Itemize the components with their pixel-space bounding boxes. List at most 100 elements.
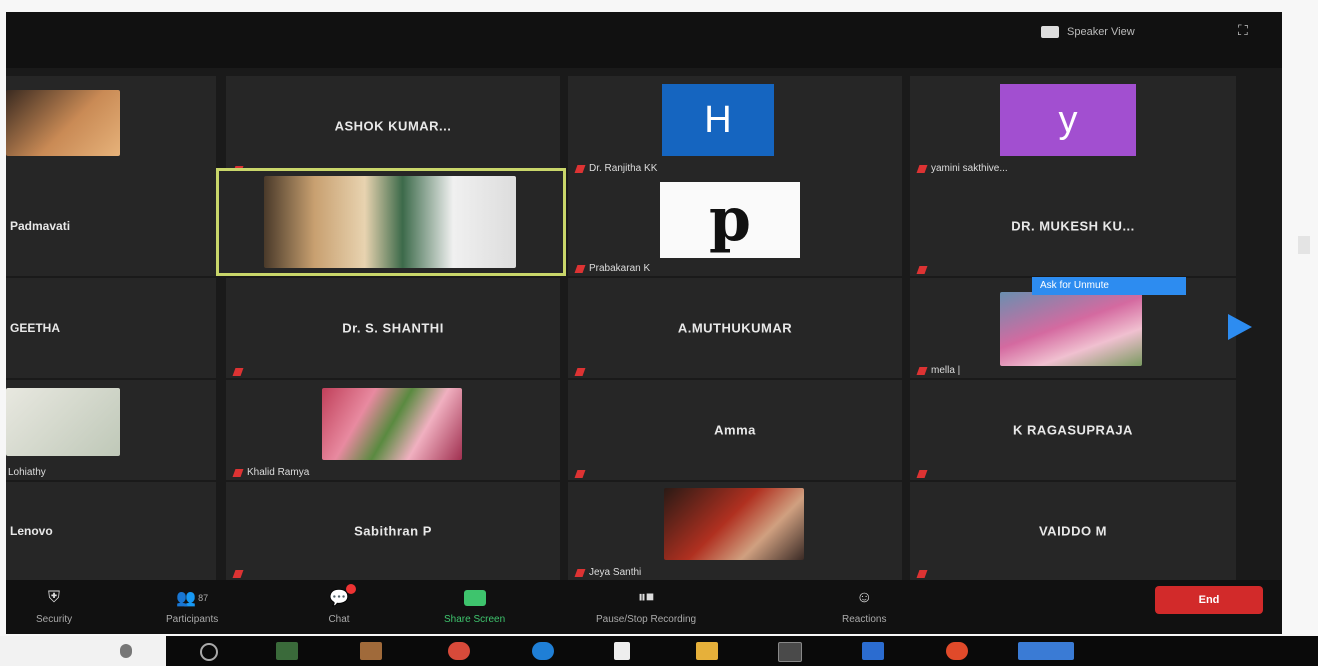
scrollbar[interactable]	[1298, 236, 1310, 254]
muted-mic-icon	[574, 264, 586, 273]
participant-tile[interactable]: DR. MUKESH KU...	[910, 176, 1236, 276]
participant-video	[6, 388, 120, 456]
participant-tile[interactable]: K RAGASUPRAJA	[910, 380, 1236, 480]
participant-tile[interactable]: Padmavati	[6, 176, 216, 276]
participant-tile[interactable]: A.MUTHUKUMAR	[568, 278, 902, 378]
muted-mic-icon	[232, 570, 244, 578]
chrome-icon[interactable]	[448, 642, 470, 660]
reactions-icon: ☺	[856, 589, 873, 606]
participant-name: VAIDDO M	[1038, 523, 1108, 539]
microphone-icon[interactable]	[120, 644, 132, 658]
tile-caption	[232, 368, 244, 376]
zoom-taskbar-icon[interactable]	[1018, 642, 1074, 660]
tile-caption: Jeya Santhi	[574, 567, 642, 578]
file-explorer-icon[interactable]	[276, 642, 298, 660]
share-screen-icon	[462, 588, 488, 608]
participant-name: Lohiathy	[8, 467, 46, 478]
participant-name: GEETHA	[10, 321, 61, 335]
muted-mic-icon	[574, 568, 586, 577]
participant-avatar: p	[660, 182, 800, 258]
participants-button[interactable]: 👥 87 Participants	[166, 588, 218, 625]
windows-taskbar	[0, 636, 1318, 666]
pause-stop-icon: ⏸⏹	[638, 589, 655, 606]
participant-name: Prabakaran K	[589, 263, 651, 274]
participant-tile[interactable]: VAIDDO M	[910, 482, 1236, 580]
unmute-request-banner[interactable]: Ask for Unmute	[1032, 277, 1186, 295]
participant-tile[interactable]: GEETHA	[6, 278, 216, 378]
chat-badge	[346, 584, 356, 594]
shield-icon: ⛨	[48, 589, 61, 606]
participants-label: Participants	[166, 614, 219, 625]
participant-tile[interactable]: Lenovo	[6, 482, 216, 580]
chat-button[interactable]: 💬 Chat	[326, 584, 356, 625]
participant-tile[interactable]: Lohiathy	[6, 380, 216, 480]
muted-mic-icon	[916, 470, 928, 478]
participant-video	[322, 388, 462, 460]
participant-tile[interactable]: p Prabakaran K	[568, 176, 902, 276]
taskbar-search-box[interactable]	[0, 636, 166, 666]
participant-video	[264, 176, 516, 268]
music-app-icon[interactable]	[946, 642, 968, 660]
edge-icon[interactable]	[532, 642, 554, 660]
tile-caption: yamini sakthive...	[916, 163, 1008, 174]
participant-name: A.MUTHUKUMAR	[677, 320, 793, 336]
participant-name: Lenovo	[10, 524, 53, 538]
participant-name: DR. MUKESH KU...	[1011, 218, 1135, 234]
share-screen-button[interactable]: Share Screen	[444, 588, 505, 625]
participant-video	[1000, 292, 1142, 366]
view-icon	[1041, 26, 1059, 38]
participant-avatar: H	[662, 84, 774, 156]
reactions-label: Reactions	[842, 614, 887, 625]
next-page-arrow-icon[interactable]	[1228, 314, 1252, 340]
speaker-view-button[interactable]: Speaker View	[1041, 22, 1135, 42]
chat-icon: 💬	[326, 584, 356, 608]
tile-caption	[916, 266, 928, 274]
meeting-toolbar: ⛨ Security 👥 87 Participants 💬 Chat Share…	[6, 580, 1282, 634]
participant-name: yamini sakthive...	[931, 163, 1008, 174]
participant-name: K RAGASUPRAJA	[1013, 422, 1133, 438]
participant-tile[interactable]: Khalid Ramya	[226, 380, 560, 480]
tile-caption	[916, 570, 928, 578]
tile-caption	[574, 470, 586, 478]
active-speaker-tile[interactable]	[216, 168, 566, 276]
record-button[interactable]: ⏸⏹ Pause/Stop Recording	[596, 588, 696, 625]
participants-icon: 👥 87	[176, 590, 209, 607]
folder-icon[interactable]	[696, 642, 718, 660]
participant-tile[interactable]: Jeya Santhi	[568, 482, 902, 580]
participant-tile[interactable]: y yamini sakthive...	[910, 76, 1236, 176]
muted-mic-icon	[574, 164, 586, 173]
photo-app-icon[interactable]	[778, 642, 802, 662]
muted-mic-icon	[574, 470, 586, 478]
participant-tile[interactable]	[6, 76, 216, 176]
participant-name: Jeya Santhi	[589, 567, 642, 578]
top-bar: Speaker View ⛶	[6, 12, 1282, 68]
participant-tile[interactable]: ASHOK KUMAR...	[226, 76, 560, 176]
notepad-icon[interactable]	[614, 642, 630, 660]
tile-caption	[916, 470, 928, 478]
participants-count: 87	[198, 593, 209, 603]
muted-mic-icon	[232, 468, 244, 477]
tile-caption: mella |	[916, 365, 961, 376]
tile-caption	[574, 368, 586, 376]
participant-name: ASHOK KUMAR...	[334, 118, 452, 134]
participant-name: mella |	[931, 365, 961, 376]
participant-tile[interactable]: H Dr. Ranjitha KK	[568, 76, 902, 176]
reactions-button[interactable]: ☺ Reactions	[842, 588, 886, 625]
tile-caption: Prabakaran K	[574, 263, 651, 274]
security-label: Security	[36, 614, 73, 625]
participant-tile[interactable]: Dr. S. SHANTHI	[226, 278, 560, 378]
participant-tile[interactable]: Amma	[568, 380, 902, 480]
participant-video	[664, 488, 804, 560]
participant-name: Sabithran P	[354, 523, 432, 539]
muted-mic-icon	[916, 164, 928, 173]
tile-caption: Dr. Ranjitha KK	[574, 163, 657, 174]
end-meeting-button[interactable]: End	[1155, 586, 1263, 614]
media-app-icon[interactable]	[360, 642, 382, 660]
security-button[interactable]: ⛨ Security	[36, 588, 72, 625]
muted-mic-icon	[232, 368, 244, 376]
mail-icon[interactable]	[862, 642, 884, 660]
task-view-icon[interactable]	[200, 643, 218, 661]
tile-caption: Lohiathy	[8, 467, 46, 478]
fullscreen-icon[interactable]: ⛶	[1238, 22, 1250, 39]
participant-tile[interactable]: Sabithran P	[226, 482, 560, 580]
